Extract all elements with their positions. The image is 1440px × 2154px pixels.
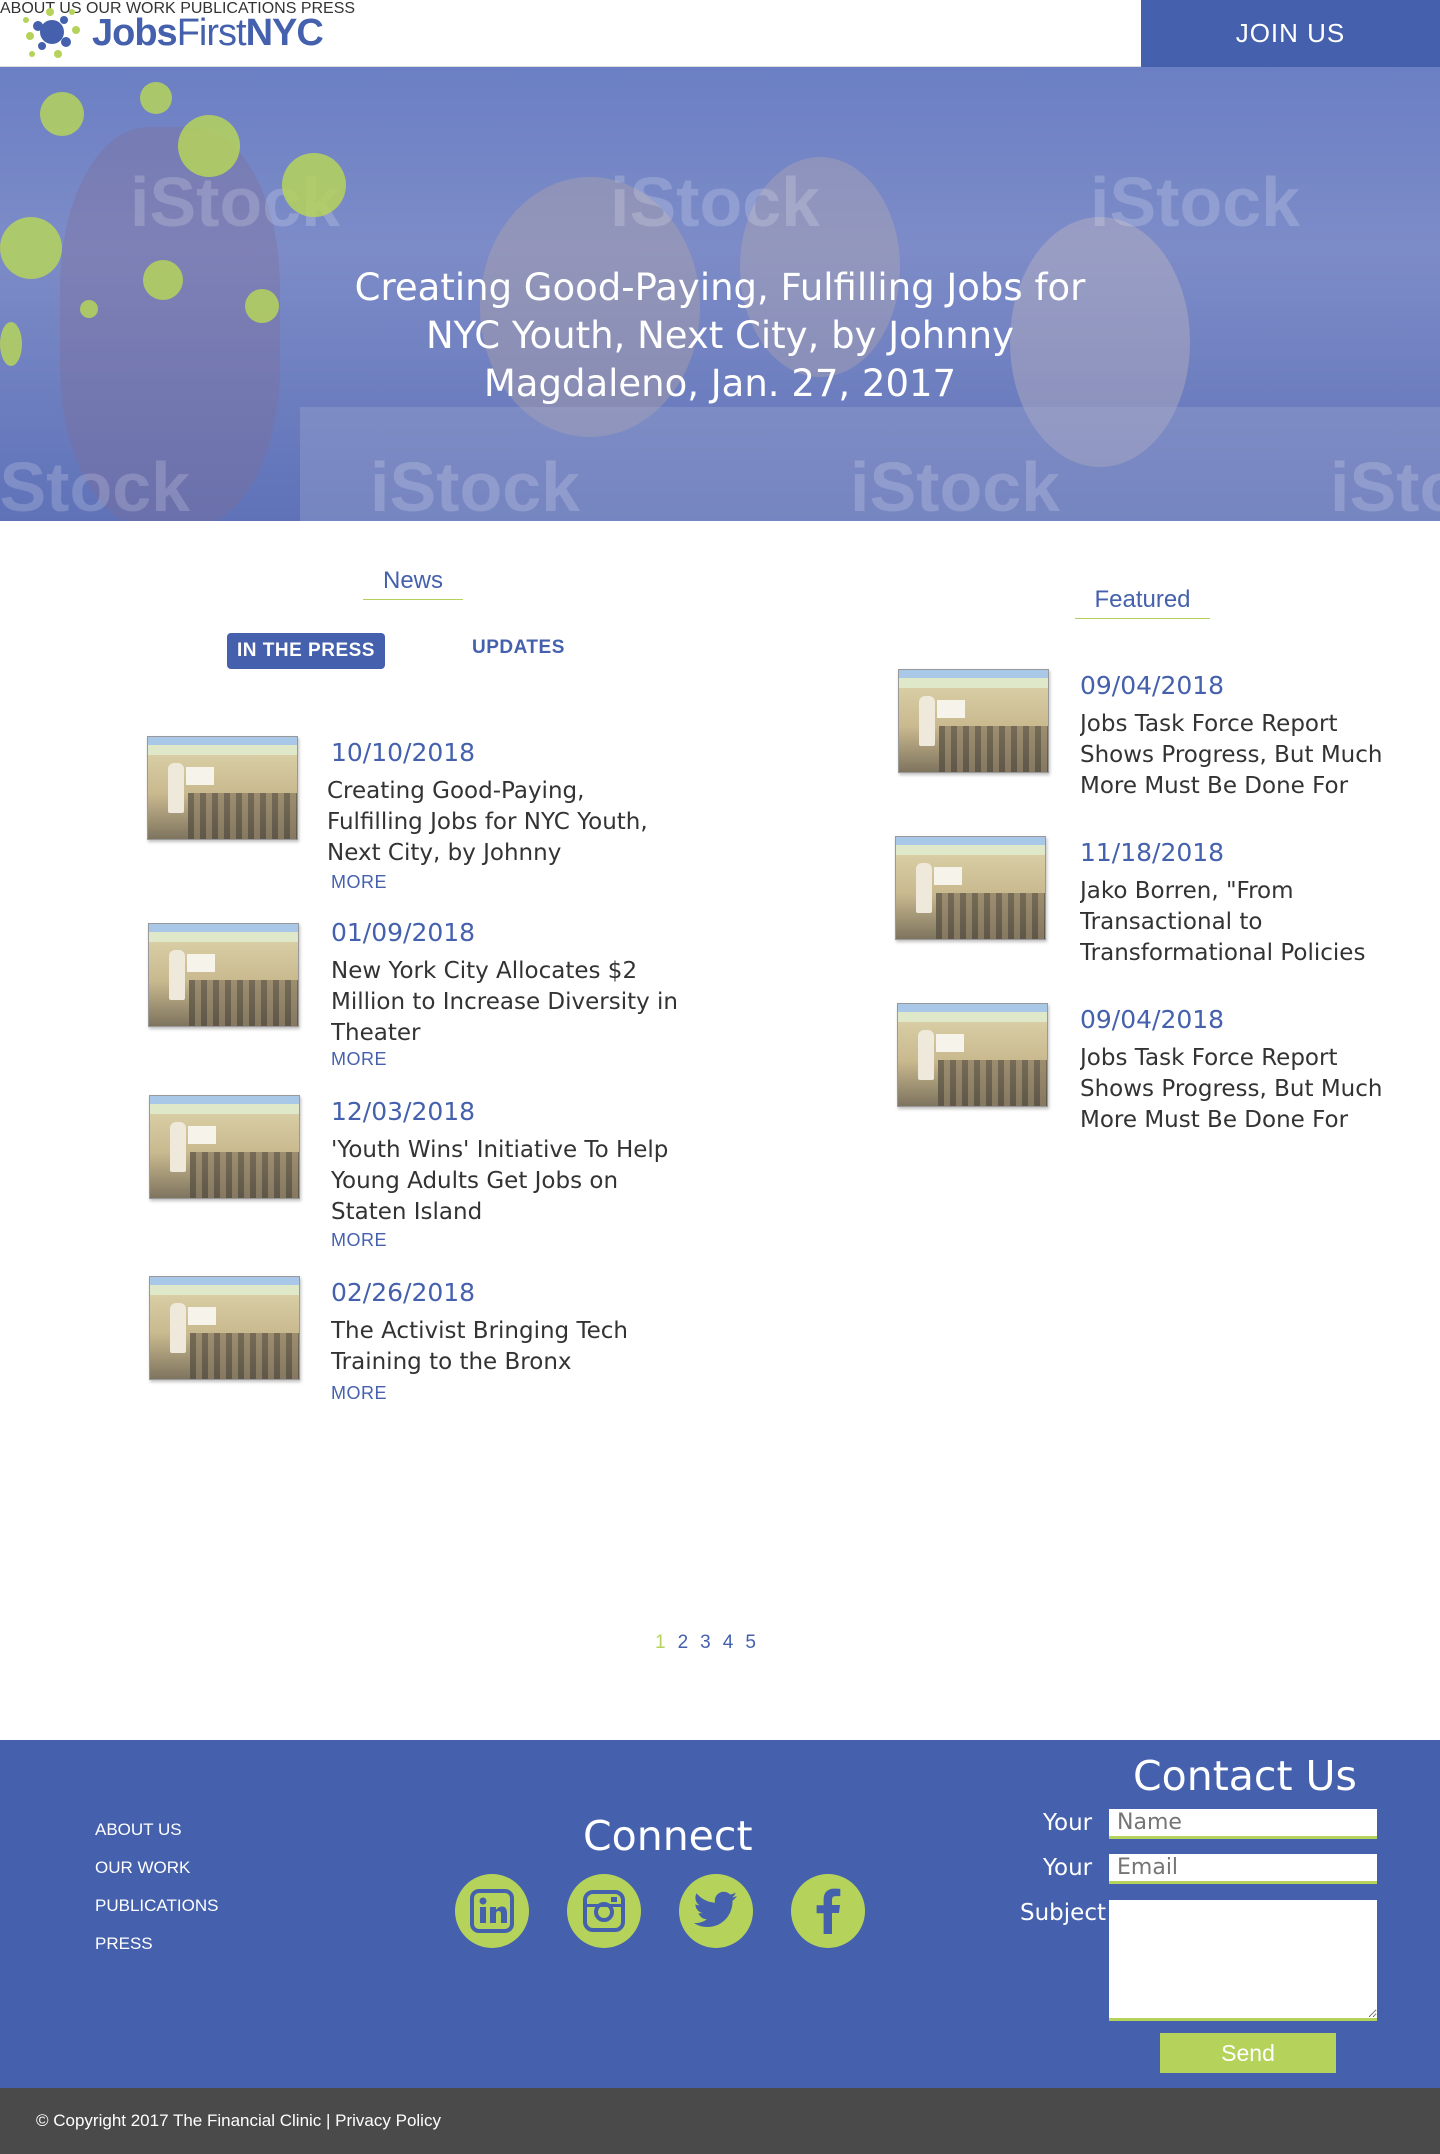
hero-watermark: iStock (850, 448, 1061, 521)
news-heading: News (363, 567, 463, 600)
join-us-button[interactable]: JOIN US (1141, 0, 1440, 67)
news-more-link[interactable]: MORE (331, 872, 387, 893)
email-label: Your (1043, 1855, 1093, 1881)
featured-date: 09/04/2018 (1080, 671, 1225, 700)
news-title[interactable]: The Activist Bringing Tech Training to t… (331, 1316, 691, 1378)
page-link-3[interactable]: 3 (700, 1632, 711, 1654)
footer-nav-publications[interactable]: PUBLICATIONS (95, 1896, 218, 1916)
logo[interactable]: JobsFirstNYC (20, 4, 324, 62)
tab-updates[interactable]: UPDATES (472, 637, 565, 659)
hero-watermark: iStock (370, 448, 581, 521)
news-date: 10/10/2018 (331, 738, 476, 767)
featured-thumbnail[interactable] (897, 1003, 1048, 1107)
page-link-5[interactable]: 5 (745, 1632, 756, 1654)
name-field[interactable] (1109, 1809, 1377, 1839)
logo-splat-icon (23, 8, 80, 58)
featured-thumbnail[interactable] (895, 836, 1046, 940)
hero-watermark: iStock (1090, 163, 1301, 241)
contact-us-heading: Contact Us (1133, 1752, 1357, 1800)
logo-first: First (176, 12, 247, 54)
news-title[interactable]: New York City Allocates $2 Million to In… (331, 956, 691, 1049)
decor-dot (178, 115, 240, 177)
email-field[interactable] (1109, 1854, 1377, 1884)
news-more-link[interactable]: MORE (331, 1383, 387, 1404)
subject-field[interactable] (1109, 1900, 1377, 2021)
featured-date: 11/18/2018 (1080, 838, 1225, 867)
news-thumbnail[interactable] (147, 736, 298, 840)
logo-nyc: NYC (245, 12, 324, 54)
news-date: 01/09/2018 (331, 918, 476, 947)
hero-watermark: iStock (610, 163, 821, 241)
news-date: 12/03/2018 (331, 1097, 476, 1126)
featured-date: 09/04/2018 (1080, 1005, 1225, 1034)
featured-title[interactable]: Jobs Task Force Report Shows Progress, B… (1080, 709, 1390, 802)
decor-dot (143, 260, 183, 300)
decor-dot (282, 153, 346, 217)
news-more-link[interactable]: MORE (331, 1049, 387, 1070)
pagination: 1 2 3 4 5 (655, 1632, 756, 1654)
linkedin-icon[interactable] (455, 1874, 529, 1948)
logo-jobs: Jobs (92, 12, 178, 54)
news-thumbnail[interactable] (149, 1276, 300, 1380)
page-link-1[interactable]: 1 (655, 1632, 666, 1654)
featured-thumbnail[interactable] (898, 669, 1049, 773)
hero-banner: iStock iStock iStock iStock iStock iStoc… (0, 67, 1440, 521)
news-title[interactable]: Creating Good-Paying, Fulfilling Jobs fo… (327, 776, 687, 869)
footer-nav-our-work[interactable]: OUR WORK (95, 1858, 190, 1878)
page-link-2[interactable]: 2 (678, 1632, 689, 1654)
hero-watermark: iStock (0, 448, 191, 521)
footer-nav-press[interactable]: PRESS (95, 1934, 153, 1954)
decor-dot (40, 92, 84, 136)
news-more-link[interactable]: MORE (331, 1230, 387, 1251)
decor-dot (140, 82, 172, 114)
decor-dot (0, 217, 62, 279)
site-header: JobsFirstNYC ABOUT US OUR WORK PUBLICATI… (0, 0, 1440, 67)
name-label: Your (1043, 1810, 1093, 1836)
decor-dot (0, 322, 22, 366)
copyright-text: © Copyright 2017 The Financial Clinic | … (36, 2111, 441, 2130)
news-title[interactable]: 'Youth Wins' Initiative To Help Young Ad… (331, 1135, 691, 1228)
page-link-4[interactable]: 4 (723, 1632, 734, 1654)
news-date: 02/26/2018 (331, 1278, 476, 1307)
hero-watermark: iStock (1330, 448, 1440, 521)
connect-heading: Connect (583, 1812, 753, 1860)
send-button[interactable]: Send (1160, 2033, 1336, 2073)
subject-label: Subject (1020, 1900, 1106, 1926)
instagram-icon[interactable] (567, 1874, 641, 1948)
decor-dot (245, 289, 279, 323)
copyright-bar: © Copyright 2017 The Financial Clinic | … (0, 2088, 1440, 2154)
twitter-icon[interactable] (679, 1874, 753, 1948)
featured-title[interactable]: Jobs Task Force Report Shows Progress, B… (1080, 1043, 1390, 1136)
news-thumbnail[interactable] (149, 1095, 300, 1199)
decor-dot (80, 300, 98, 318)
footer-nav-about-us[interactable]: ABOUT US (95, 1820, 182, 1840)
featured-title[interactable]: Jako Borren, "From Transactional to Tran… (1080, 876, 1390, 969)
news-thumbnail[interactable] (148, 923, 299, 1027)
tab-in-the-press[interactable]: IN THE PRESS (227, 633, 385, 669)
logo-wordmark: JobsFirstNYC (92, 12, 324, 55)
featured-heading: Featured (1075, 586, 1210, 619)
hero-title: Creating Good-Paying, Fulfilling Jobs fo… (354, 266, 1086, 405)
facebook-icon[interactable] (791, 1874, 865, 1948)
